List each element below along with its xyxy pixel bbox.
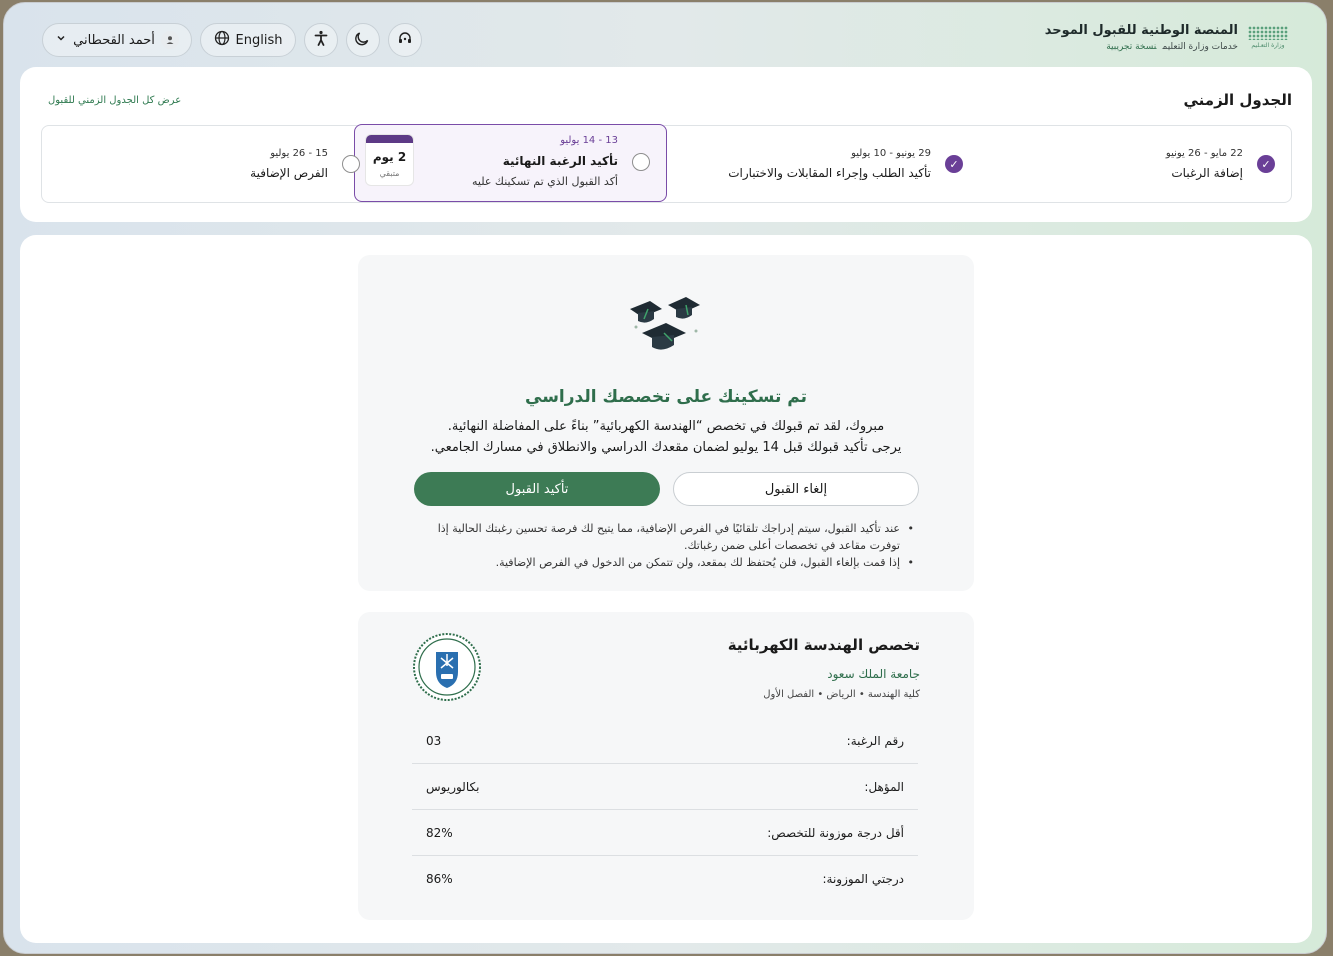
timeline-card: الجدول الزمني عرض كل الجدول الزمني للقبو… <box>20 67 1312 222</box>
step-date: 15 - 26 يوليو <box>270 148 328 159</box>
check-icon: ✓ <box>1257 155 1275 173</box>
accessibility-icon <box>313 30 329 50</box>
acceptance-card: تم تسكينك على تخصصك الدراسي مبروك، لقد ت… <box>358 255 974 591</box>
timeline-title: الجدول الزمني <box>1183 91 1292 109</box>
major-title: تخصص الهندسة الكهربائية <box>727 636 920 654</box>
row-value: 86% <box>426 872 453 886</box>
top-header: وزارة التعـليم المنصة الوطنية للقبول الم… <box>4 3 1326 69</box>
header-controls: أحمد القحطاني English <box>42 23 422 57</box>
app-window: وزارة التعـليم المنصة الوطنية للقبول الم… <box>3 2 1327 954</box>
days-remaining-calendar: 2 يوم متبقي <box>365 134 414 186</box>
major-info-rows: رقم الرغبة: 03 المؤهل: بكالوريوس أقل درج… <box>412 718 918 902</box>
step-name: تأكيد الطلب وإجراء المقابلات والاختبارات <box>728 166 931 180</box>
ministry-logo-icon: وزارة التعـليم <box>1246 21 1290 53</box>
main-content: تم تسكينك على تخصصك الدراسي مبروك، لقد ت… <box>20 235 1312 943</box>
brand-title: المنصة الوطنية للقبول الموحد <box>1044 22 1238 38</box>
language-label: English <box>235 32 283 48</box>
step-date: 29 يونيو - 10 يوليو <box>851 148 931 159</box>
dark-mode-button[interactable] <box>346 23 380 57</box>
step-date: 13 - 14 يوليو <box>560 135 618 146</box>
acceptance-deadline-message: يرجى تأكيد قبولك قبل 14 يوليو لضمان مقعد… <box>430 440 902 455</box>
timeline-step-additional-opportunities[interactable]: 15 - 26 يوليو الفرص الإضافية <box>42 126 360 202</box>
radio-circle-icon <box>632 153 650 171</box>
step-name: الفرص الإضافية <box>250 166 328 180</box>
info-row-minimum-score: أقل درجة موزونة للتخصص: 82% <box>412 810 918 856</box>
step-name: إضافة الرغبات <box>1171 166 1243 180</box>
user-menu-button[interactable]: أحمد القحطاني <box>42 23 192 57</box>
user-avatar-icon <box>161 31 179 49</box>
step-name: تأكيد الرغبة النهائية <box>502 154 618 168</box>
step-description: أكد القبول الذي تم تسكينك عليه <box>472 175 618 188</box>
brand[interactable]: وزارة التعـليم المنصة الوطنية للقبول الم… <box>1045 21 1290 53</box>
row-label: المؤهل: <box>864 779 904 794</box>
note-item: عند تأكيد القبول، سيتم إدراجك تلقائيًا ف… <box>414 520 914 554</box>
moon-icon <box>355 30 371 50</box>
accessibility-button[interactable] <box>304 23 338 57</box>
user-name: أحمد القحطاني <box>73 32 155 48</box>
major-meta: كلية الهندسة • الرياض • الفصل الأول <box>763 689 920 700</box>
brand-subtitle: خدمات وزارة التعليمنسخة تجريبية <box>1106 41 1238 52</box>
acceptance-message: مبروك، لقد تم قبولك في تخصص “الهندسة الك… <box>447 419 885 434</box>
trial-badge: نسخة تجريبية <box>1106 41 1157 52</box>
timeline-step-confirm-application[interactable]: ✓ 29 يونيو - 10 يوليو تأكيد الطلب وإجراء… <box>667 126 979 202</box>
acceptance-title: تم تسكينك على تخصصك الدراسي <box>525 387 807 407</box>
check-icon: ✓ <box>945 155 963 173</box>
step-date: 22 مايو - 26 يونيو <box>1165 148 1243 159</box>
graduation-caps-icon <box>630 297 700 350</box>
language-button[interactable]: English <box>200 23 296 57</box>
row-value: 82% <box>426 825 453 840</box>
support-button[interactable] <box>388 23 422 57</box>
acceptance-notes: عند تأكيد القبول، سيتم إدراجك تلقائيًا ف… <box>414 520 914 571</box>
major-details-card: تخصص الهندسة الكهربائية جامعة الملك سعود… <box>358 612 974 920</box>
university-name: جامعة الملك سعود <box>827 667 920 681</box>
row-label: رقم الرغبة: <box>846 733 904 748</box>
headset-icon <box>397 30 413 50</box>
info-row-preference-number: رقم الرغبة: 03 <box>412 718 918 764</box>
row-value: بكالوريوس <box>426 779 480 794</box>
timeline-step-add-preferences[interactable]: ✓ 22 مايو - 26 يونيو إضافة الرغبات <box>991 126 1291 202</box>
info-row-qualification: المؤهل: بكالوريوس <box>412 764 918 810</box>
row-label: درجتي الموزونة: <box>822 872 904 886</box>
chevron-down-icon <box>55 32 67 48</box>
radio-circle-icon <box>342 155 360 173</box>
days-remaining-value: 2 يوم <box>372 150 407 164</box>
note-item: إذا قمت بإلغاء القبول، فلن يُحتفظ لك بمق… <box>414 554 914 571</box>
view-full-timeline-link[interactable]: عرض كل الجدول الزمني للقبول <box>48 95 181 106</box>
university-seal-icon <box>413 633 481 701</box>
cancel-acceptance-button[interactable]: إلغاء القبول <box>673 472 919 506</box>
confirm-acceptance-button[interactable]: تأكيد القبول <box>414 472 660 506</box>
row-value: 03 <box>426 733 442 748</box>
days-remaining-label: متبقي <box>379 169 400 178</box>
timeline-step-final-preference[interactable]: 13 - 14 يوليو تأكيد الرغبة النهائية أكد … <box>354 124 667 202</box>
row-label: أقل درجة موزونة للتخصص: <box>767 825 904 840</box>
globe-icon <box>214 30 230 50</box>
info-row-my-score: درجتي الموزونة: 86% <box>412 856 918 902</box>
timeline-steps: ✓ 22 مايو - 26 يونيو إضافة الرغبات ✓ 29 … <box>41 124 1292 203</box>
